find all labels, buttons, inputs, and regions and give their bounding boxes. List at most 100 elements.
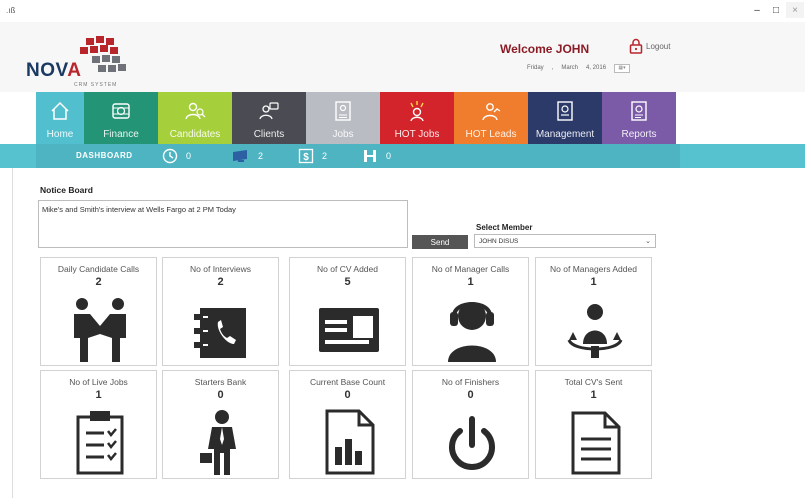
card-no-of-interviews[interactable]: No of Interviews 2: [162, 257, 279, 366]
calendar-dropdown-icon[interactable]: ▦▾: [614, 63, 631, 73]
logout-label: Logout: [646, 41, 671, 51]
date-sep: ,: [551, 65, 554, 71]
report-chart-icon: [325, 409, 375, 475]
nav-hot-jobs[interactable]: HOT Jobs: [380, 92, 454, 144]
dashboard-label: DASHBOARD: [76, 151, 133, 160]
card-title: No of Live Jobs: [69, 377, 128, 387]
date-picker[interactable]: Friday , March 4, 2016 ▦▾: [527, 62, 667, 74]
card-count: 1: [590, 276, 597, 288]
stat-barbell-value: 0: [386, 151, 392, 161]
app-icon: .ıß: [6, 6, 16, 15]
clients-icon: [259, 102, 279, 120]
nav-clients-label: Clients: [253, 129, 285, 140]
card-title: Current Base Count: [309, 377, 386, 387]
header: NOVA CRM SYSTEM Welcome JOHN Logout Frid…: [0, 22, 805, 92]
management-icon: [557, 101, 573, 121]
nav-hot-jobs-label: HOT Jobs: [394, 129, 440, 140]
card-title: No of Managers Added: [550, 264, 637, 274]
power-icon: [449, 416, 495, 470]
handshake-icon: [74, 298, 126, 362]
nav-jobs-label: Jobs: [332, 129, 354, 140]
stat-clock-value: 0: [186, 151, 192, 161]
stat-dollar: $ 2: [298, 147, 327, 165]
barbell-icon: [364, 150, 376, 162]
card-count: 0: [344, 389, 351, 401]
chevron-down-icon: ⌄: [645, 238, 651, 245]
maximize-button[interactable]: □: [767, 2, 785, 18]
card-count: 1: [467, 276, 474, 288]
notice-board-title: Notice Board: [40, 185, 93, 195]
headset-icon: [448, 302, 496, 362]
card-title: No of Finishers: [441, 377, 500, 387]
card-count: 2: [217, 276, 224, 288]
date-daynum: 4, 2016: [586, 65, 607, 71]
card-title: No of Manager Calls: [431, 264, 510, 274]
clipboard-icon: [76, 411, 124, 475]
select-member-value: JOHN DISUS: [479, 237, 519, 245]
card-title: Total CV's Sent: [564, 377, 623, 387]
notice-textarea[interactable]: Mike's and Smith's interview at Wells Fa…: [38, 200, 408, 248]
home-icon: [51, 101, 69, 120]
nav-finance[interactable]: Finance: [84, 92, 158, 144]
card-title: Starters Bank: [194, 377, 247, 387]
close-button[interactable]: ×: [786, 2, 804, 18]
nav-hot-leads[interactable]: HOT Leads: [454, 92, 528, 144]
logout-button[interactable]: Logout: [628, 38, 670, 54]
main-nav: Home Finance Candidates Clients Jobs HOT…: [36, 92, 676, 144]
nav-clients[interactable]: Clients: [232, 92, 306, 144]
clock-icon: [162, 148, 178, 164]
nav-reports[interactable]: Reports: [602, 92, 676, 144]
svg-text:$: $: [303, 152, 309, 163]
send-button[interactable]: Send: [412, 235, 468, 249]
select-member-dropdown[interactable]: JOHN DISUS ⌄: [474, 234, 656, 248]
app-window: .ıß – □ × NOVA CRM SYSTEM Welcome JOHN L…: [0, 0, 805, 498]
document-icon: [571, 411, 621, 475]
monitor-icon: [233, 150, 247, 162]
nav-management-label: Management: [535, 129, 595, 140]
manager-icon: [567, 304, 623, 358]
nav-jobs[interactable]: Jobs: [306, 92, 380, 144]
stat-monitor: 2: [232, 147, 263, 165]
nav-shadow: [36, 144, 680, 168]
nav-finance-label: Finance: [103, 129, 139, 140]
stat-clock: 0: [162, 147, 191, 165]
nav-candidates-label: Candidates: [169, 129, 221, 140]
minimize-button[interactable]: –: [748, 2, 766, 18]
card-title: No of CV Added: [317, 264, 378, 274]
card-count: 0: [217, 389, 224, 401]
nav-home[interactable]: Home: [36, 92, 84, 144]
title-bar: .ıß – □ ×: [0, 0, 805, 22]
nav-home-label: Home: [46, 129, 74, 140]
card-count: 1: [95, 389, 102, 401]
date-day: Friday: [527, 65, 544, 71]
card-title: Daily Candidate Calls: [57, 264, 140, 274]
card-starters-bank[interactable]: Starters Bank 0: [162, 370, 279, 479]
logo-wordmark: NOVA: [26, 60, 82, 81]
card-count: 1: [590, 389, 597, 401]
logo-subtitle: CRM SYSTEM: [74, 82, 118, 88]
dashboard-bar: DASHBOARD 0 2 $ 2 0: [0, 144, 805, 168]
reports-icon: [631, 101, 647, 121]
lock-icon: [629, 38, 643, 54]
dollar-icon: $: [298, 148, 314, 164]
card-count: 2: [95, 276, 102, 288]
welcome-text: Welcome JOHN: [500, 42, 590, 56]
card-current-base-count[interactable]: Current Base Count 0: [289, 370, 406, 479]
card-count: 5: [344, 276, 351, 288]
card-total-cvs-sent[interactable]: Total CV's Sent 1: [535, 370, 652, 479]
card-daily-candidate-calls[interactable]: Daily Candidate Calls 2: [40, 257, 157, 366]
card-no-of-managers-added[interactable]: No of Managers Added 1: [535, 257, 652, 366]
nav-reports-label: Reports: [621, 129, 657, 140]
card-no-of-finishers[interactable]: No of Finishers 0: [412, 370, 529, 479]
date-month: March: [561, 65, 579, 71]
card-no-of-live-jobs[interactable]: No of Live Jobs 1: [40, 370, 157, 479]
card-no-of-manager-calls[interactable]: No of Manager Calls 1: [412, 257, 529, 366]
logo: NOVA CRM SYSTEM: [24, 36, 134, 88]
nav-hot-leads-label: HOT Leads: [465, 129, 517, 140]
card-title: No of Interviews: [190, 264, 251, 274]
nav-management[interactable]: Management: [528, 92, 602, 144]
nav-candidates[interactable]: Candidates: [158, 92, 232, 144]
card-no-of-cv-added[interactable]: No of CV Added 5: [289, 257, 406, 366]
hot-leads-icon: [482, 103, 501, 121]
money-icon: [112, 103, 130, 119]
